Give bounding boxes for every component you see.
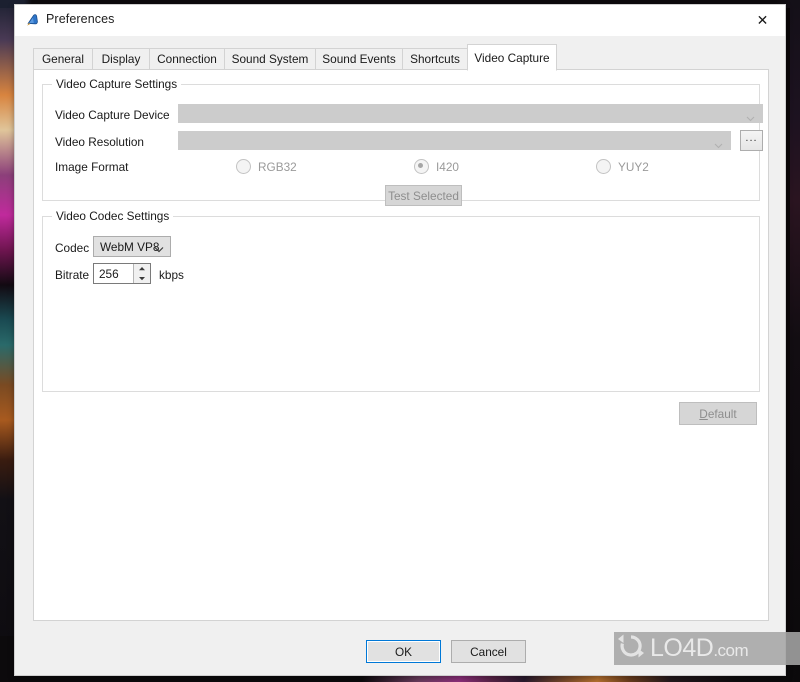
chevron-down-icon [746,110,755,122]
bitrate-label: Bitrate [55,268,90,282]
radio-icon [236,159,251,174]
video-capture-settings-group: Video Capture Settings Video Capture Dev… [42,77,763,206]
image-format-radio-yuy2[interactable]: YUY2 [596,159,649,174]
video-codec-settings-legend: Video Codec Settings [52,209,174,223]
tab-shortcuts[interactable]: Shortcuts [402,48,468,70]
bitrate-decrement-icon[interactable] [134,274,150,283]
image-format-radio-rgb32-label: RGB32 [258,159,297,174]
image-format-radio-i420[interactable]: I420 [414,159,459,174]
codec-select[interactable]: WebM VP8 [93,236,171,257]
video-codec-settings-group: Video Codec Settings Codec WebM VP8 Bitr… [42,209,760,392]
image-format-radio-yuy2-label: YUY2 [618,159,649,174]
desktop-wallpaper-right [790,0,800,682]
tab-video-capture[interactable]: Video Capture [467,44,557,71]
video-capture-device-label: Video Capture Device [55,108,170,122]
lo4d-watermark-name: LO4D [650,634,714,662]
video-resolution-select[interactable] [178,131,731,150]
app-shield-icon [25,13,40,28]
video-capture-settings-legend: Video Capture Settings [52,77,182,91]
video-resolution-label: Video Resolution [55,135,144,149]
tab-sound-events[interactable]: Sound Events [315,48,403,70]
default-button-label: Default [699,406,737,421]
bitrate-value: 256 [99,267,119,281]
tab-sound-system[interactable]: Sound System [224,48,316,70]
screen: Preferences ✕ General Display Connection So… [0,0,800,682]
window-title: Preferences [46,12,115,26]
bitrate-increment-icon[interactable] [134,264,150,273]
bitrate-units-label: kbps [159,268,184,282]
lo4d-watermark-text: LO4D.com [650,634,749,662]
default-button[interactable]: Default [679,402,757,425]
tab-display[interactable]: Display [92,48,150,70]
browse-resolution-button[interactable]: ... [740,130,763,151]
bitrate-stepper[interactable]: 256 [93,263,151,284]
preferences-dialog: Preferences ✕ General Display Connection So… [14,4,786,676]
lo4d-watermark-suffix: .com [713,641,749,660]
title-bar: Preferences ✕ [15,5,785,37]
lo4d-watermark: LO4D.com [614,632,800,665]
radio-icon-selected [414,159,429,174]
video-capture-device-select[interactable] [178,104,763,123]
lo4d-logo-icon [614,632,648,665]
test-selected-button[interactable]: Test Selected [385,185,462,206]
tab-page-video-capture: Video Capture Settings Video Capture Dev… [33,69,769,621]
tab-connection[interactable]: Connection [149,48,225,70]
tab-strip: General Display Connection Sound System Soun… [33,44,769,71]
radio-icon [596,159,611,174]
chevron-down-icon [154,243,164,257]
tab-general[interactable]: General [33,48,93,70]
chevron-down-icon [714,137,723,149]
codec-select-value: WebM VP8 [100,239,160,254]
ok-button[interactable]: OK [366,640,441,663]
image-format-label: Image Format [55,160,129,174]
image-format-radio-rgb32[interactable]: RGB32 [236,159,297,174]
image-format-radio-i420-label: I420 [436,159,459,174]
codec-label: Codec [55,241,90,255]
cancel-button[interactable]: Cancel [451,640,526,663]
bitrate-stepper-buttons [133,264,150,283]
close-icon[interactable]: ✕ [740,5,785,36]
